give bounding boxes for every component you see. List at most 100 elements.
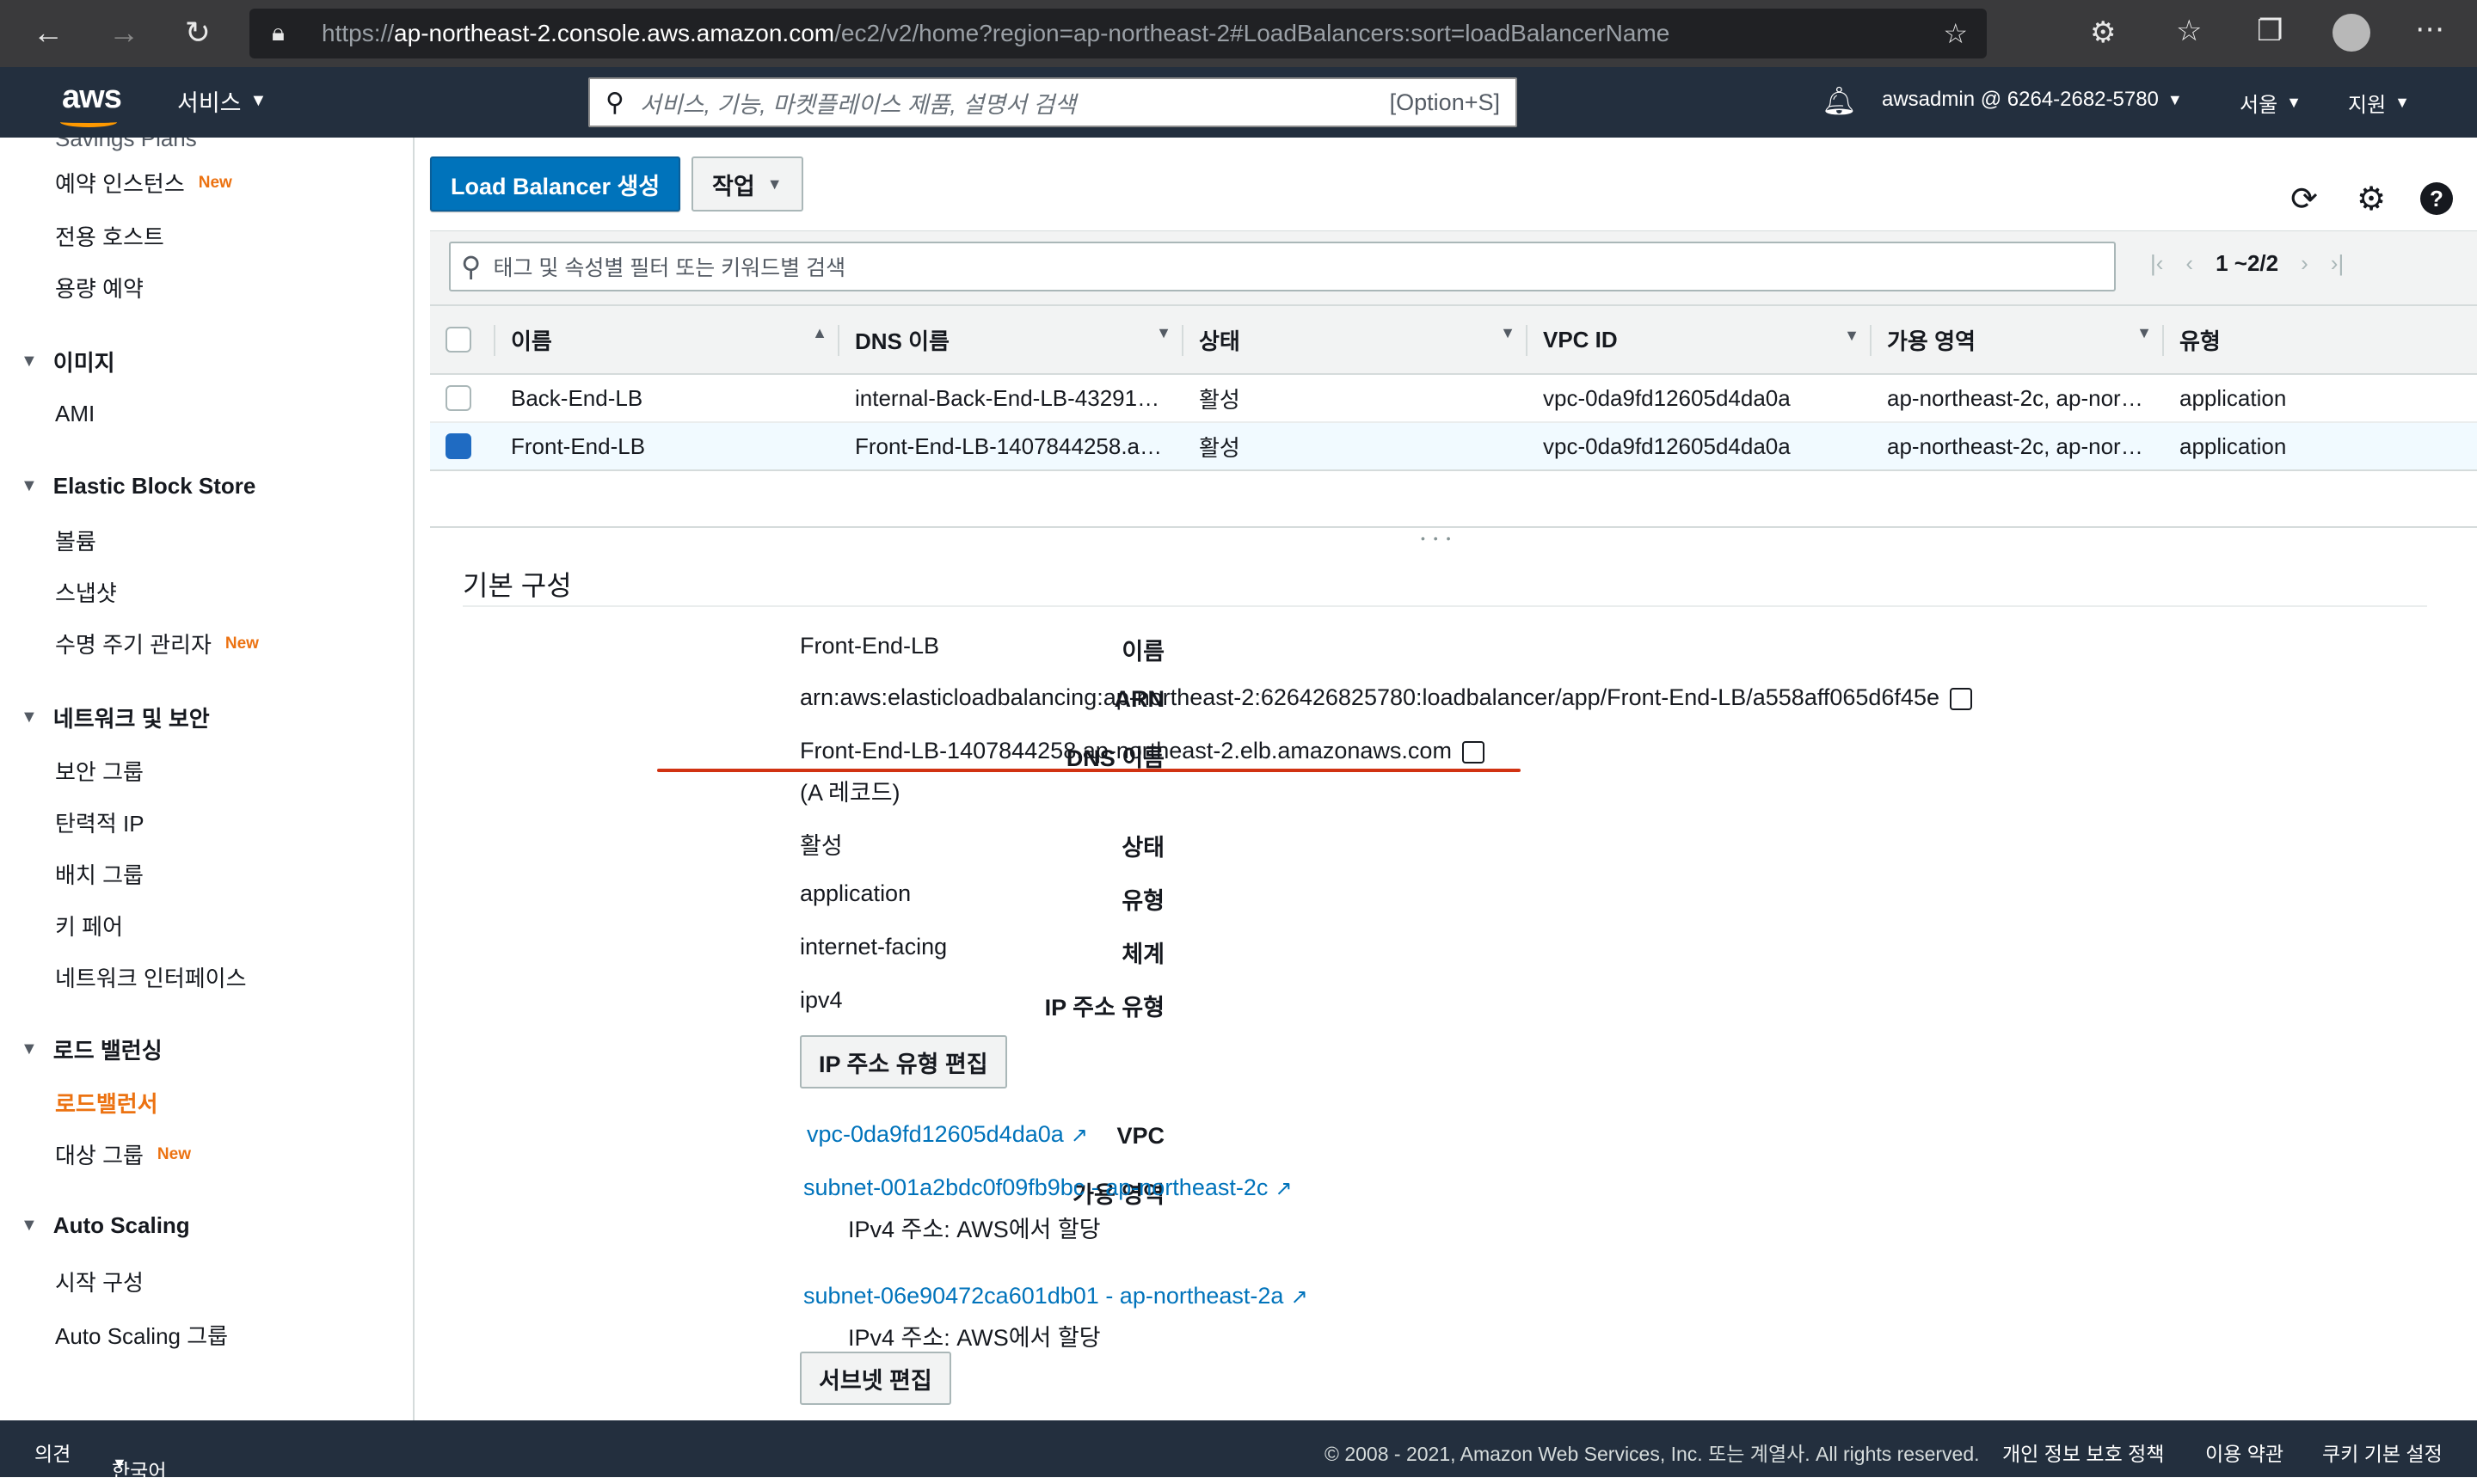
actions-button[interactable]: 작업 ▼ [691,156,803,212]
favorites-icon[interactable]: ☆ [2176,14,2202,48]
sidebar-item-capacity-reservations[interactable]: 용량 예약 [55,272,144,304]
region-menu[interactable]: 서울 ▼ [2240,88,2302,118]
cell-vpc: vpc-0da9fd12605d4da0a [1527,422,1872,471]
forward-arrow-icon[interactable]: → [107,15,141,50]
previous-page-icon[interactable]: ‹ [2185,250,2193,277]
lock-icon: 🔒︎ [272,19,285,46]
sidebar-item-launch-configurations[interactable]: 시작 구성 [55,1266,144,1297]
aws-logo[interactable]: aws [62,79,122,116]
sidebar-item-lifecycle-manager[interactable]: 수명 주기 관리자 New [55,628,259,659]
subnet-link-text: subnet-001a2bdc0f09fb9bc - ap-northeast-… [803,1174,1269,1200]
more-menu-icon[interactable]: ⋯ [2415,12,2444,46]
row-select-cell [430,374,495,423]
search-icon: ⚲ [605,88,624,117]
column-header-type[interactable]: 유형 [2164,304,2477,375]
account-menu[interactable]: awsadmin @ 6264-2682-5780 ▼ [1882,88,2183,112]
edit-ip-type-button[interactable]: IP 주소 유형 편집 [800,1035,1007,1088]
row-checkbox-checked[interactable] [446,433,471,459]
cell-name: Back-End-LB [495,374,839,423]
sidebar-item-network-interfaces[interactable]: 네트워크 인터페이스 [55,961,247,993]
reload-icon[interactable]: ↻ [181,15,215,50]
feedback-link[interactable]: 의견 [34,1438,71,1467]
next-page-icon[interactable]: › [2301,250,2308,277]
caret-down-icon: ▼ [2286,94,2302,111]
highlight-underline [657,769,1521,772]
sidebar-section-images[interactable]: ▼ 이미지 [21,346,115,377]
sort-icon[interactable]: ▼ [1844,327,1859,345]
new-badge: New [224,634,259,653]
support-menu[interactable]: 지원 ▼ [2348,88,2410,118]
sidebar-item-reserved-instances[interactable]: 예약 인스턴스 New [55,167,232,199]
services-menu[interactable]: 서비스 ▼ [177,84,267,118]
row-checkbox[interactable] [446,385,471,411]
settings-gear-icon[interactable]: ⚙ [2353,181,2389,218]
extensions-icon[interactable]: ⚙ [2090,15,2116,50]
sidebar-section-load-balancing[interactable]: ▼ 로드 밸런싱 [21,1033,163,1065]
cell-name: Front-End-LB [495,422,839,471]
sidebar-item-dedicated-hosts[interactable]: 전용 호스트 [55,220,164,252]
subnet-link[interactable]: subnet-06e90472ca601db01 - ap-northeast-… [803,1283,1308,1309]
vpc-link[interactable]: vpc-0da9fd12605d4da0a ↗ [807,1121,1088,1148]
console-search-input[interactable]: ⚲ 서비스, 기능, 마켓플레이스 제품, 설명서 검색 [Option+S] [588,77,1517,127]
search-shortcut: [Option+S] [1389,89,1500,115]
cell-type: application [2164,422,2477,471]
column-header-vpc[interactable]: VPC ID ▼ [1527,304,1872,375]
column-header-az[interactable]: 가용 영역 ▼ [1872,304,2164,375]
sort-ascending-icon[interactable]: ▲ [812,324,827,342]
sidebar-item-security-groups[interactable]: 보안 그룹 [55,755,144,787]
column-header-state[interactable]: 상태 ▼ [1183,304,1527,375]
external-link-icon: ↗ [1275,1177,1293,1200]
sort-icon[interactable]: ▼ [2136,324,2152,342]
sidebar-item-snapshots[interactable]: 스냅샷 [55,576,117,608]
table-row-selected[interactable]: Front-End-LB Front-End-LB-1407844258.a… … [430,422,2477,471]
sidebar-item-placement-groups[interactable]: 배치 그룹 [55,858,144,890]
sidebar-item-auto-scaling-groups[interactable]: Auto Scaling 그룹 [55,1319,228,1351]
select-all-checkbox[interactable] [446,327,471,353]
sidebar-section-ebs[interactable]: ▼ Elastic Block Store [21,473,255,500]
value-arn: arn:aws:elasticloadbalancing:ap-northeas… [800,684,1972,711]
refresh-icon[interactable]: ⟳ [2286,181,2322,218]
edit-subnets-button[interactable]: 서브넷 편집 [800,1352,951,1405]
column-header-dns[interactable]: DNS 이름 ▼ [839,304,1183,375]
back-arrow-icon[interactable]: ← [31,15,65,50]
sidebar-item-load-balancers[interactable]: 로드밸런서 [55,1087,158,1119]
sort-icon[interactable]: ▼ [1156,324,1171,342]
sidebar-item-savings-plans[interactable]: Savings Plans [55,138,197,152]
sidebar-item-key-pairs[interactable]: 키 페어 [55,910,123,941]
address-bar[interactable]: 🔒︎ https://ap-northeast-2.console.aws.am… [249,9,1987,58]
privacy-link[interactable]: 개인 정보 보호 정책 [2002,1438,2164,1467]
last-page-icon[interactable]: ›| [2331,250,2344,277]
sidebar-item-ami[interactable]: AMI [55,401,95,427]
pane-divider[interactable] [430,526,2477,528]
collections-icon[interactable]: ❐ [2257,14,2283,48]
resize-grip-icon[interactable]: • • • [1421,531,1453,545]
favorite-star-icon[interactable]: ☆ [1943,17,1968,50]
subnet-link[interactable]: subnet-001a2bdc0f09fb9bc - ap-northeast-… [803,1174,1292,1201]
sort-icon[interactable]: ▼ [1500,324,1515,342]
aws-logo-smile [60,117,117,127]
profile-avatar[interactable] [2333,14,2370,52]
first-page-icon[interactable]: |‹ [2150,250,2163,277]
sidebar-section-network-security[interactable]: ▼ 네트워크 및 보안 [21,702,210,733]
terms-link[interactable]: 이용 약관 [2205,1438,2283,1467]
copy-icon[interactable] [1949,687,1972,710]
table-row[interactable]: Back-End-LB internal-Back-End-LB-43291… … [430,374,2477,423]
sidebar-item-target-groups[interactable]: 대상 그룹 New [55,1138,191,1170]
cookie-preferences-link[interactable]: 쿠키 기본 설정 [2322,1438,2443,1467]
caret-down-icon: ▼ [2394,94,2410,111]
help-icon[interactable]: ? [2420,182,2453,215]
expand-triangle-icon: ▼ [21,708,38,727]
create-load-balancer-button[interactable]: Load Balancer 생성 [430,156,681,212]
sidebar-item-volumes[interactable]: 볼륨 [55,524,96,556]
copy-icon[interactable] [1461,740,1484,763]
sidebar-navigation: Savings Plans 예약 인스턴스 New 전용 호스트 용량 예약 ▼ 이… [0,138,415,1420]
main-content: Load Balancer 생성 작업 ▼ ⟳ ⚙ ? ⚲ 태그 및 속성별 필… [416,138,2477,1420]
notifications-bell-icon[interactable]: 🔔︎ [1822,84,1857,117]
console-footer: 의견 한국어 ▼ © 2008 - 2021, Amazon Web Servi… [0,1420,2477,1482]
page-range: 1 ~2/2 [2216,250,2279,276]
sidebar-item-elastic-ips[interactable]: 탄력적 IP [55,806,144,838]
filter-search-input[interactable]: ⚲ 태그 및 속성별 필터 또는 키워드별 검색 [449,242,2116,291]
new-badge: New [198,173,232,192]
column-header-name[interactable]: 이름 ▲ [495,304,839,375]
sidebar-section-auto-scaling[interactable]: ▼ Auto Scaling [21,1212,190,1239]
